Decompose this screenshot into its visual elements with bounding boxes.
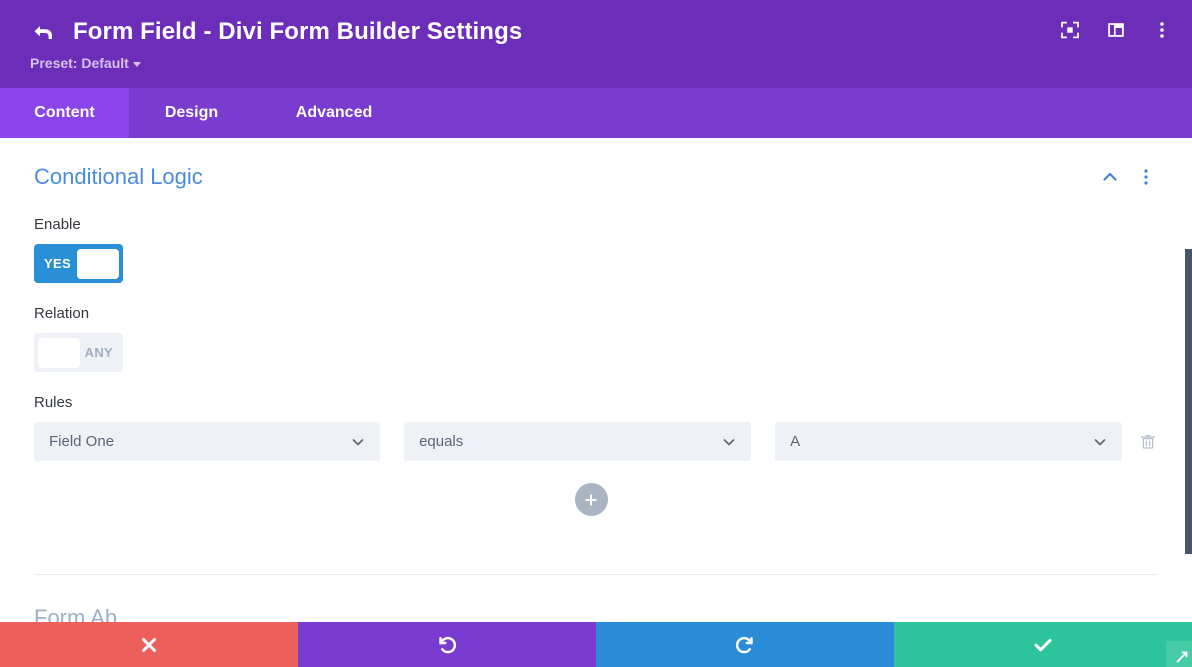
more-options-icon[interactable] [1135,166,1157,188]
page-title: Form Field - Divi Form Builder Settings [73,18,523,45]
modal-header: Form Field - Divi Form Builder Settings … [0,0,1192,88]
undo-button[interactable] [298,622,596,667]
rules-label: Rules [34,394,73,411]
rule-row: Field One equals A [34,422,1158,461]
chevron-down-icon [132,61,141,67]
rule-field-value: Field One [49,433,115,450]
preset-selector[interactable]: Preset: Default [30,55,1174,71]
rule-value-value: A [790,433,801,450]
fullscreen-icon[interactable] [1058,18,1082,42]
header-icon-group [1058,18,1174,42]
preset-label: Preset: Default [30,55,129,71]
settings-tab-bar: Content Design Advanced [0,88,1192,138]
section-header: Conditional Logic [34,138,1158,198]
chevron-up-icon[interactable] [1099,166,1121,188]
conditional-logic-section: Conditional Logic Enable YES Relation AN… [0,138,1192,575]
chevron-down-icon [350,434,366,450]
trash-icon[interactable] [1138,432,1158,452]
enable-toggle[interactable]: YES [34,244,123,283]
more-options-icon[interactable] [1150,18,1174,42]
rule-field-select[interactable]: Field One [34,422,381,461]
back-arrow-icon[interactable] [30,19,56,45]
tab-content[interactable]: Content [0,88,129,138]
enable-label: Enable [34,216,81,233]
rule-value-select[interactable]: A [775,422,1123,461]
redo-button[interactable] [596,622,894,667]
add-rule-row [34,483,1158,516]
section-action-group [1099,166,1158,188]
divi-settings-modal: Form Field - Divi Form Builder Settings … [0,0,1192,667]
relation-toggle-value: ANY [84,345,113,360]
cancel-button[interactable] [0,622,298,667]
enable-toggle-value: YES [44,256,71,271]
settings-body: Conditional Logic Enable YES Relation AN… [0,138,1192,667]
modal-action-bar [0,622,1192,667]
toggle-knob [38,337,80,368]
relation-toggle[interactable]: ANY [34,333,123,372]
scrollbar-thumb[interactable] [1185,249,1192,554]
tab-advanced[interactable]: Advanced [254,88,414,138]
section-title: Conditional Logic [34,164,203,189]
toggle-knob [77,248,119,279]
add-rule-button[interactable] [574,483,608,516]
relation-label: Relation [34,305,90,322]
chevron-down-icon [721,434,737,450]
layout-panel-icon[interactable] [1104,18,1128,42]
resize-handle[interactable] [1166,641,1192,667]
scrollbar-track[interactable] [1185,138,1192,667]
header-title-row: Form Field - Divi Form Builder Settings [30,14,1174,50]
save-button[interactable] [894,622,1192,667]
chevron-down-icon [1092,434,1108,450]
rule-operator-value: equals [419,433,464,450]
tab-design[interactable]: Design [129,88,254,138]
rule-operator-select[interactable]: equals [404,422,752,461]
